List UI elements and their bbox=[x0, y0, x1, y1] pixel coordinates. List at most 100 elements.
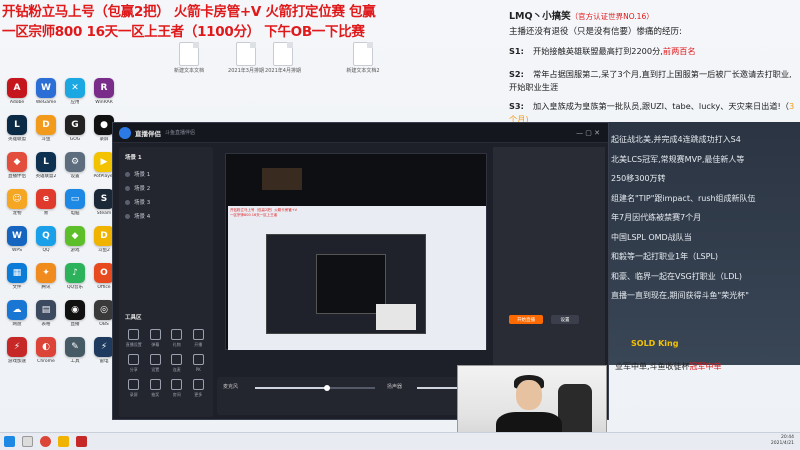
desktop-shortcut[interactable]: ◉ 直播 bbox=[61, 300, 89, 327]
streamer-head bbox=[516, 380, 542, 410]
desktop-shortcut[interactable]: ▭ 电脑 bbox=[61, 189, 89, 216]
scene-item[interactable]: 场景 1 bbox=[119, 167, 213, 181]
tool-label: 开播 bbox=[194, 342, 203, 347]
desktop-shortcut[interactable]: W WPS bbox=[3, 226, 31, 253]
bio-mid-line: 北美LCS冠军,常规赛MVP,最佳新人等 bbox=[611, 154, 745, 164]
tools-grid: 直播设置 弹幕 礼物 开播分享 设置 连麦 PK 录屏 抽奖 房间 更多 bbox=[119, 327, 213, 400]
desktop-shortcut-label: Adobe bbox=[9, 100, 25, 105]
desktop-shortcut-label: 网盘 bbox=[12, 322, 22, 327]
tool-label: 更多 bbox=[194, 392, 203, 397]
pc-icon: ▭ bbox=[65, 189, 85, 209]
desktop-shortcut[interactable]: W WeGame bbox=[32, 78, 60, 105]
bio-mid-line: 中国LSPL OMD战队当 bbox=[611, 232, 692, 242]
tool-label: 弹幕 bbox=[151, 342, 160, 347]
tool-label: 房间 bbox=[172, 392, 181, 397]
desktop-shortcut[interactable]: ⚙ 设置 bbox=[61, 152, 89, 179]
desktop-shortcut-label: 腾讯 bbox=[41, 285, 51, 290]
start-stream-button[interactable]: 开始直播 bbox=[509, 315, 543, 324]
lol-icon: L bbox=[7, 115, 27, 135]
douyu-icon: D bbox=[36, 115, 56, 135]
tool-button[interactable]: 更多 bbox=[190, 379, 208, 398]
desktop-shortcut[interactable]: D 斗鱼 bbox=[32, 115, 60, 142]
settings-icon: ⚙ bbox=[65, 152, 85, 172]
desktop-file-3[interactable]: 2021年4月排期 bbox=[260, 42, 306, 74]
bio-tail-text: 业军中单,斗鱼收徒杯冠军中单 bbox=[615, 362, 722, 371]
record-icon: ● bbox=[94, 115, 114, 135]
mic-volume-slider[interactable] bbox=[255, 385, 375, 391]
tool-icon bbox=[192, 354, 204, 365]
speaker-label: 扬声器 bbox=[387, 384, 403, 390]
search-icon[interactable] bbox=[22, 436, 33, 447]
window-controls[interactable]: — ▢ ✕ bbox=[576, 129, 600, 137]
desktop-shortcut-label: GOG bbox=[69, 137, 81, 142]
start-icon[interactable] bbox=[4, 436, 15, 447]
bio-mid-line: 直播一直到现在,期间获得斗鱼"荣光杯" bbox=[611, 291, 749, 300]
speed-icon: ⚡ bbox=[7, 337, 27, 357]
tool-button[interactable]: 房间 bbox=[168, 379, 186, 398]
settings-button[interactable]: 设置 bbox=[551, 315, 579, 324]
desktop-shortcut-label: 游戏加速 bbox=[8, 359, 26, 364]
desktop-shortcut-label: Chrome bbox=[37, 359, 55, 364]
desktop-shortcut-label: 设置 bbox=[70, 174, 80, 179]
scene-item[interactable]: 场景 4 bbox=[119, 209, 213, 223]
tool-label: 设置 bbox=[151, 367, 160, 372]
desktop-shortcut[interactable]: ☺ 宠物 bbox=[3, 189, 31, 216]
desktop-shortcut[interactable]: A Adobe bbox=[3, 78, 31, 105]
tool-button[interactable]: 录屏 bbox=[125, 379, 143, 398]
tool-button[interactable]: 分享 bbox=[125, 354, 143, 373]
desktop-shortcut[interactable]: R WinRAR bbox=[90, 78, 118, 105]
tool-label: 抽奖 bbox=[151, 392, 160, 397]
scene-item[interactable]: 场景 3 bbox=[119, 195, 213, 209]
desktop-shortcut-label: 表格 bbox=[41, 322, 51, 327]
desktop-shortcut[interactable]: ◆ 游戏 bbox=[61, 226, 89, 253]
tool-button[interactable]: 抽奖 bbox=[147, 379, 165, 398]
tool-button[interactable]: 设置 bbox=[147, 354, 165, 373]
desktop-shortcut[interactable]: ✦ 腾讯 bbox=[32, 263, 60, 290]
desktop-shortcut[interactable]: e易 bbox=[32, 189, 60, 216]
desktop-shortcut-label: WPS bbox=[11, 248, 23, 253]
bio-mid-line: 起征战北美,并完成4连跳成功打入S4 bbox=[611, 135, 741, 144]
desktop-shortcut[interactable]: L 英雄联盟 bbox=[3, 115, 31, 142]
desktop-shortcut-label: 电脑 bbox=[70, 211, 80, 216]
file-icon bbox=[179, 42, 199, 66]
desktop-shortcut-label: 英雄联盟 bbox=[8, 137, 26, 142]
tool-button[interactable]: 连麦 bbox=[168, 354, 186, 373]
desktop-file-1[interactable]: 新建文本文档 bbox=[166, 42, 212, 74]
desktop-shortcut[interactable]: G GOG bbox=[61, 115, 89, 142]
system-clock[interactable]: 20:44 2021/4/21 bbox=[771, 435, 794, 447]
desktop-file-4[interactable]: 新建文本文档2 bbox=[340, 42, 386, 74]
office-icon: O bbox=[94, 263, 114, 283]
tool-button[interactable]: 礼物 bbox=[168, 329, 186, 348]
tool-button[interactable]: PK bbox=[190, 354, 208, 373]
music-icon: ♪ bbox=[65, 263, 85, 283]
chrome-icon[interactable] bbox=[40, 436, 51, 447]
desktop-shortcut[interactable]: ⚡ 游戏加速 bbox=[3, 337, 31, 364]
desktop-shortcut[interactable]: ✕ 应用 bbox=[61, 78, 89, 105]
tool-icon bbox=[128, 379, 140, 390]
desktop-shortcut-label: QQ bbox=[42, 248, 50, 253]
desktop-shortcut[interactable]: ▤ 表格 bbox=[32, 300, 60, 327]
folder-icon[interactable] bbox=[58, 436, 69, 447]
scene-item[interactable]: 场景 2 bbox=[119, 181, 213, 195]
desktop-shortcut[interactable]: ◐ Chrome bbox=[32, 337, 60, 364]
obs-icon: ◎ bbox=[94, 300, 114, 320]
lol2-icon: L bbox=[36, 152, 56, 172]
desktop-shortcut-label: 直播伴侣 bbox=[8, 174, 26, 179]
app-icon[interactable] bbox=[76, 436, 87, 447]
desktop-shortcut[interactable]: Q QQ bbox=[32, 226, 60, 253]
desktop-shortcut[interactable]: ♪ QQ音乐 bbox=[61, 263, 89, 290]
desktop-shortcut[interactable]: ☁ 网盘 bbox=[3, 300, 31, 327]
desktop-shortcut[interactable]: L 英雄联盟2 bbox=[32, 152, 60, 179]
stream-icon: ◉ bbox=[65, 300, 85, 320]
tool-button[interactable]: 开播 bbox=[190, 329, 208, 348]
desktop-shortcut[interactable]: ◆ 直播伴侣 bbox=[3, 152, 31, 179]
desktop-shortcut-label: WeGame bbox=[35, 100, 57, 105]
tool-icon bbox=[171, 354, 183, 365]
desktop-shortcut[interactable]: ▦ 文件 bbox=[3, 263, 31, 290]
tool-button[interactable]: 弹幕 bbox=[147, 329, 165, 348]
desktop-shortcut[interactable]: ✎ 工具 bbox=[61, 337, 89, 364]
tool-label: 分享 bbox=[129, 367, 138, 372]
game-icon: ◆ bbox=[65, 226, 85, 246]
nested-banner: 开钻粉立马上号（包赢2把）火箭卡房管+V 一区宗师800 16天一区上王者 bbox=[230, 208, 298, 217]
tool-button[interactable]: 直播设置 bbox=[125, 329, 143, 348]
